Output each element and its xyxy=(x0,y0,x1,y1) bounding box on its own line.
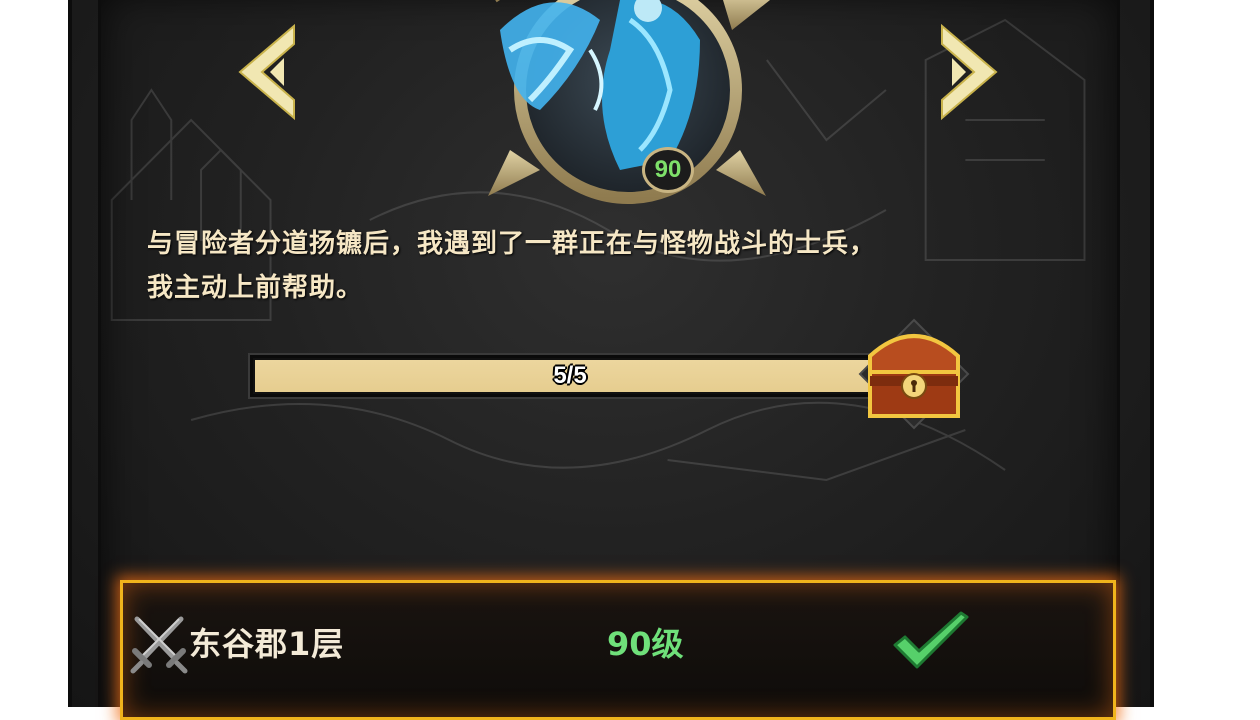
checkmark-icon xyxy=(893,611,969,669)
chevron-left-icon[interactable] xyxy=(232,22,302,122)
stage-name: 东谷郡1层 xyxy=(189,625,345,663)
progress-bar: 5/5 xyxy=(250,355,890,397)
hero-level-badge: 90 xyxy=(642,147,694,193)
progress-text: 5/5 xyxy=(553,362,587,389)
chevron-right-icon[interactable] xyxy=(934,22,1004,122)
crossed-swords-icon xyxy=(130,616,188,674)
treasure-chest-icon[interactable] xyxy=(856,316,972,434)
story-text: 与冒险者分道扬镳后，我遇到了一群正在与怪物战斗的士兵， 我主动上前帮助。 xyxy=(147,222,1107,310)
story-line-2: 我主动上前帮助。 xyxy=(147,273,364,303)
stage-level: 90级 xyxy=(607,625,684,663)
story-line-1: 与冒险者分道扬镳后，我遇到了一群正在与怪物战斗的士兵， xyxy=(147,229,877,259)
stage-row[interactable]: 东谷郡1层 90级 xyxy=(120,580,1116,720)
hero-portrait xyxy=(488,0,770,204)
